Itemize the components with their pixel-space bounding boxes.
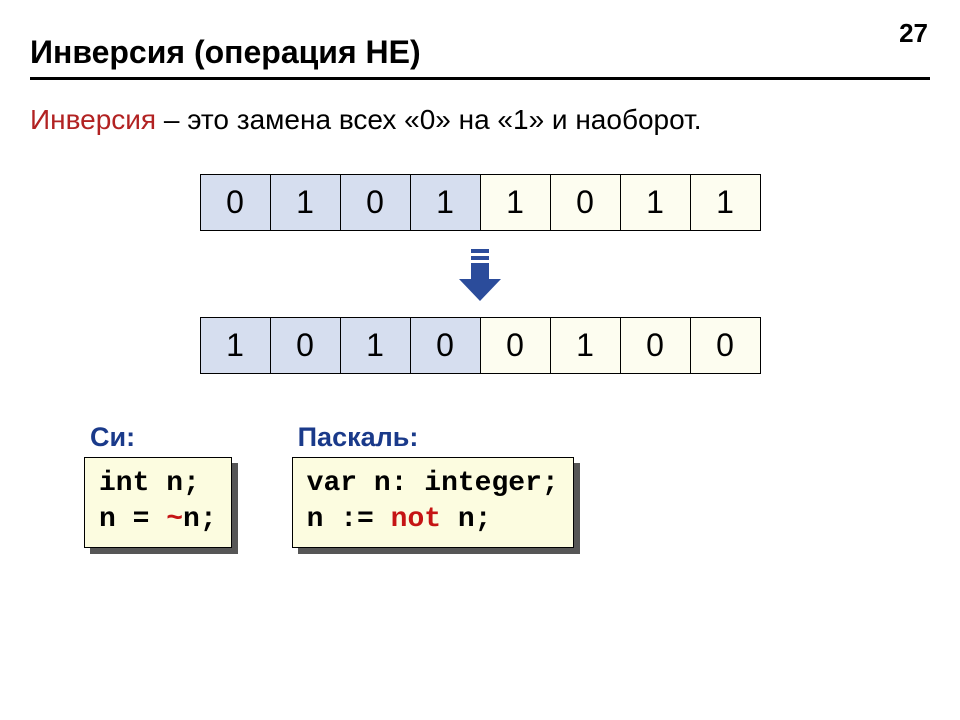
bit-cell: 0 (480, 318, 550, 374)
title-rule (30, 77, 930, 80)
bit-cell: 0 (550, 175, 620, 231)
arrow-down-wrap (30, 249, 930, 303)
definition-term: Инверсия (30, 104, 156, 135)
c-code-line2a: n = (99, 504, 166, 535)
pascal-column: Паскаль: var n: integer; n := not n; (298, 422, 580, 554)
arrow-down-icon (457, 249, 503, 303)
code-section: Си: int n; n = ~n; Паскаль: var n: integ… (30, 422, 930, 554)
c-code-op: ~ (166, 504, 183, 535)
bits-top-table: 0 1 0 1 1 0 1 1 (200, 174, 761, 231)
bit-cell: 1 (690, 175, 760, 231)
c-codebox-shadow: int n; n = ~n; (90, 463, 238, 554)
bit-cell: 0 (200, 175, 270, 231)
slide-title: Инверсия (операция НЕ) (30, 34, 930, 71)
bit-cell: 1 (410, 175, 480, 231)
c-code-line2b: n; (183, 504, 217, 535)
c-code-line1: int n; (99, 468, 200, 499)
pascal-codebox-shadow: var n: integer; n := not n; (298, 463, 580, 554)
pascal-code-line2a: n := (307, 504, 391, 535)
bit-cell: 1 (480, 175, 550, 231)
bit-cell: 1 (340, 318, 410, 374)
bit-cell: 1 (550, 318, 620, 374)
definition-rest: – это замена всех «0» на «1» и наоборот. (156, 104, 701, 135)
bits-bottom-table: 1 0 1 0 0 1 0 0 (200, 317, 761, 374)
c-codebox: int n; n = ~n; (84, 457, 232, 548)
pascal-codebox: var n: integer; n := not n; (292, 457, 574, 548)
bit-cell: 1 (620, 175, 690, 231)
c-column: Си: int n; n = ~n; (90, 422, 238, 554)
page-number: 27 (899, 18, 928, 49)
bit-cell: 0 (690, 318, 760, 374)
pascal-code-op: not (391, 504, 441, 535)
c-label: Си: (90, 422, 238, 453)
bit-cell: 0 (270, 318, 340, 374)
bit-cell: 1 (200, 318, 270, 374)
bits-top-wrap: 0 1 0 1 1 0 1 1 (30, 174, 930, 231)
bit-cell: 0 (340, 175, 410, 231)
pascal-label: Паскаль: (298, 422, 580, 453)
pascal-code-line1: var n: integer; (307, 468, 559, 499)
bit-cell: 0 (620, 318, 690, 374)
bit-cell: 0 (410, 318, 480, 374)
slide-content: 27 Инверсия (операция НЕ) Инверсия – это… (0, 0, 960, 720)
definition-text: Инверсия – это замена всех «0» на «1» и … (30, 104, 930, 136)
bits-bottom-wrap: 1 0 1 0 0 1 0 0 (30, 317, 930, 374)
pascal-code-line2b: n; (441, 504, 491, 535)
bit-cell: 1 (270, 175, 340, 231)
